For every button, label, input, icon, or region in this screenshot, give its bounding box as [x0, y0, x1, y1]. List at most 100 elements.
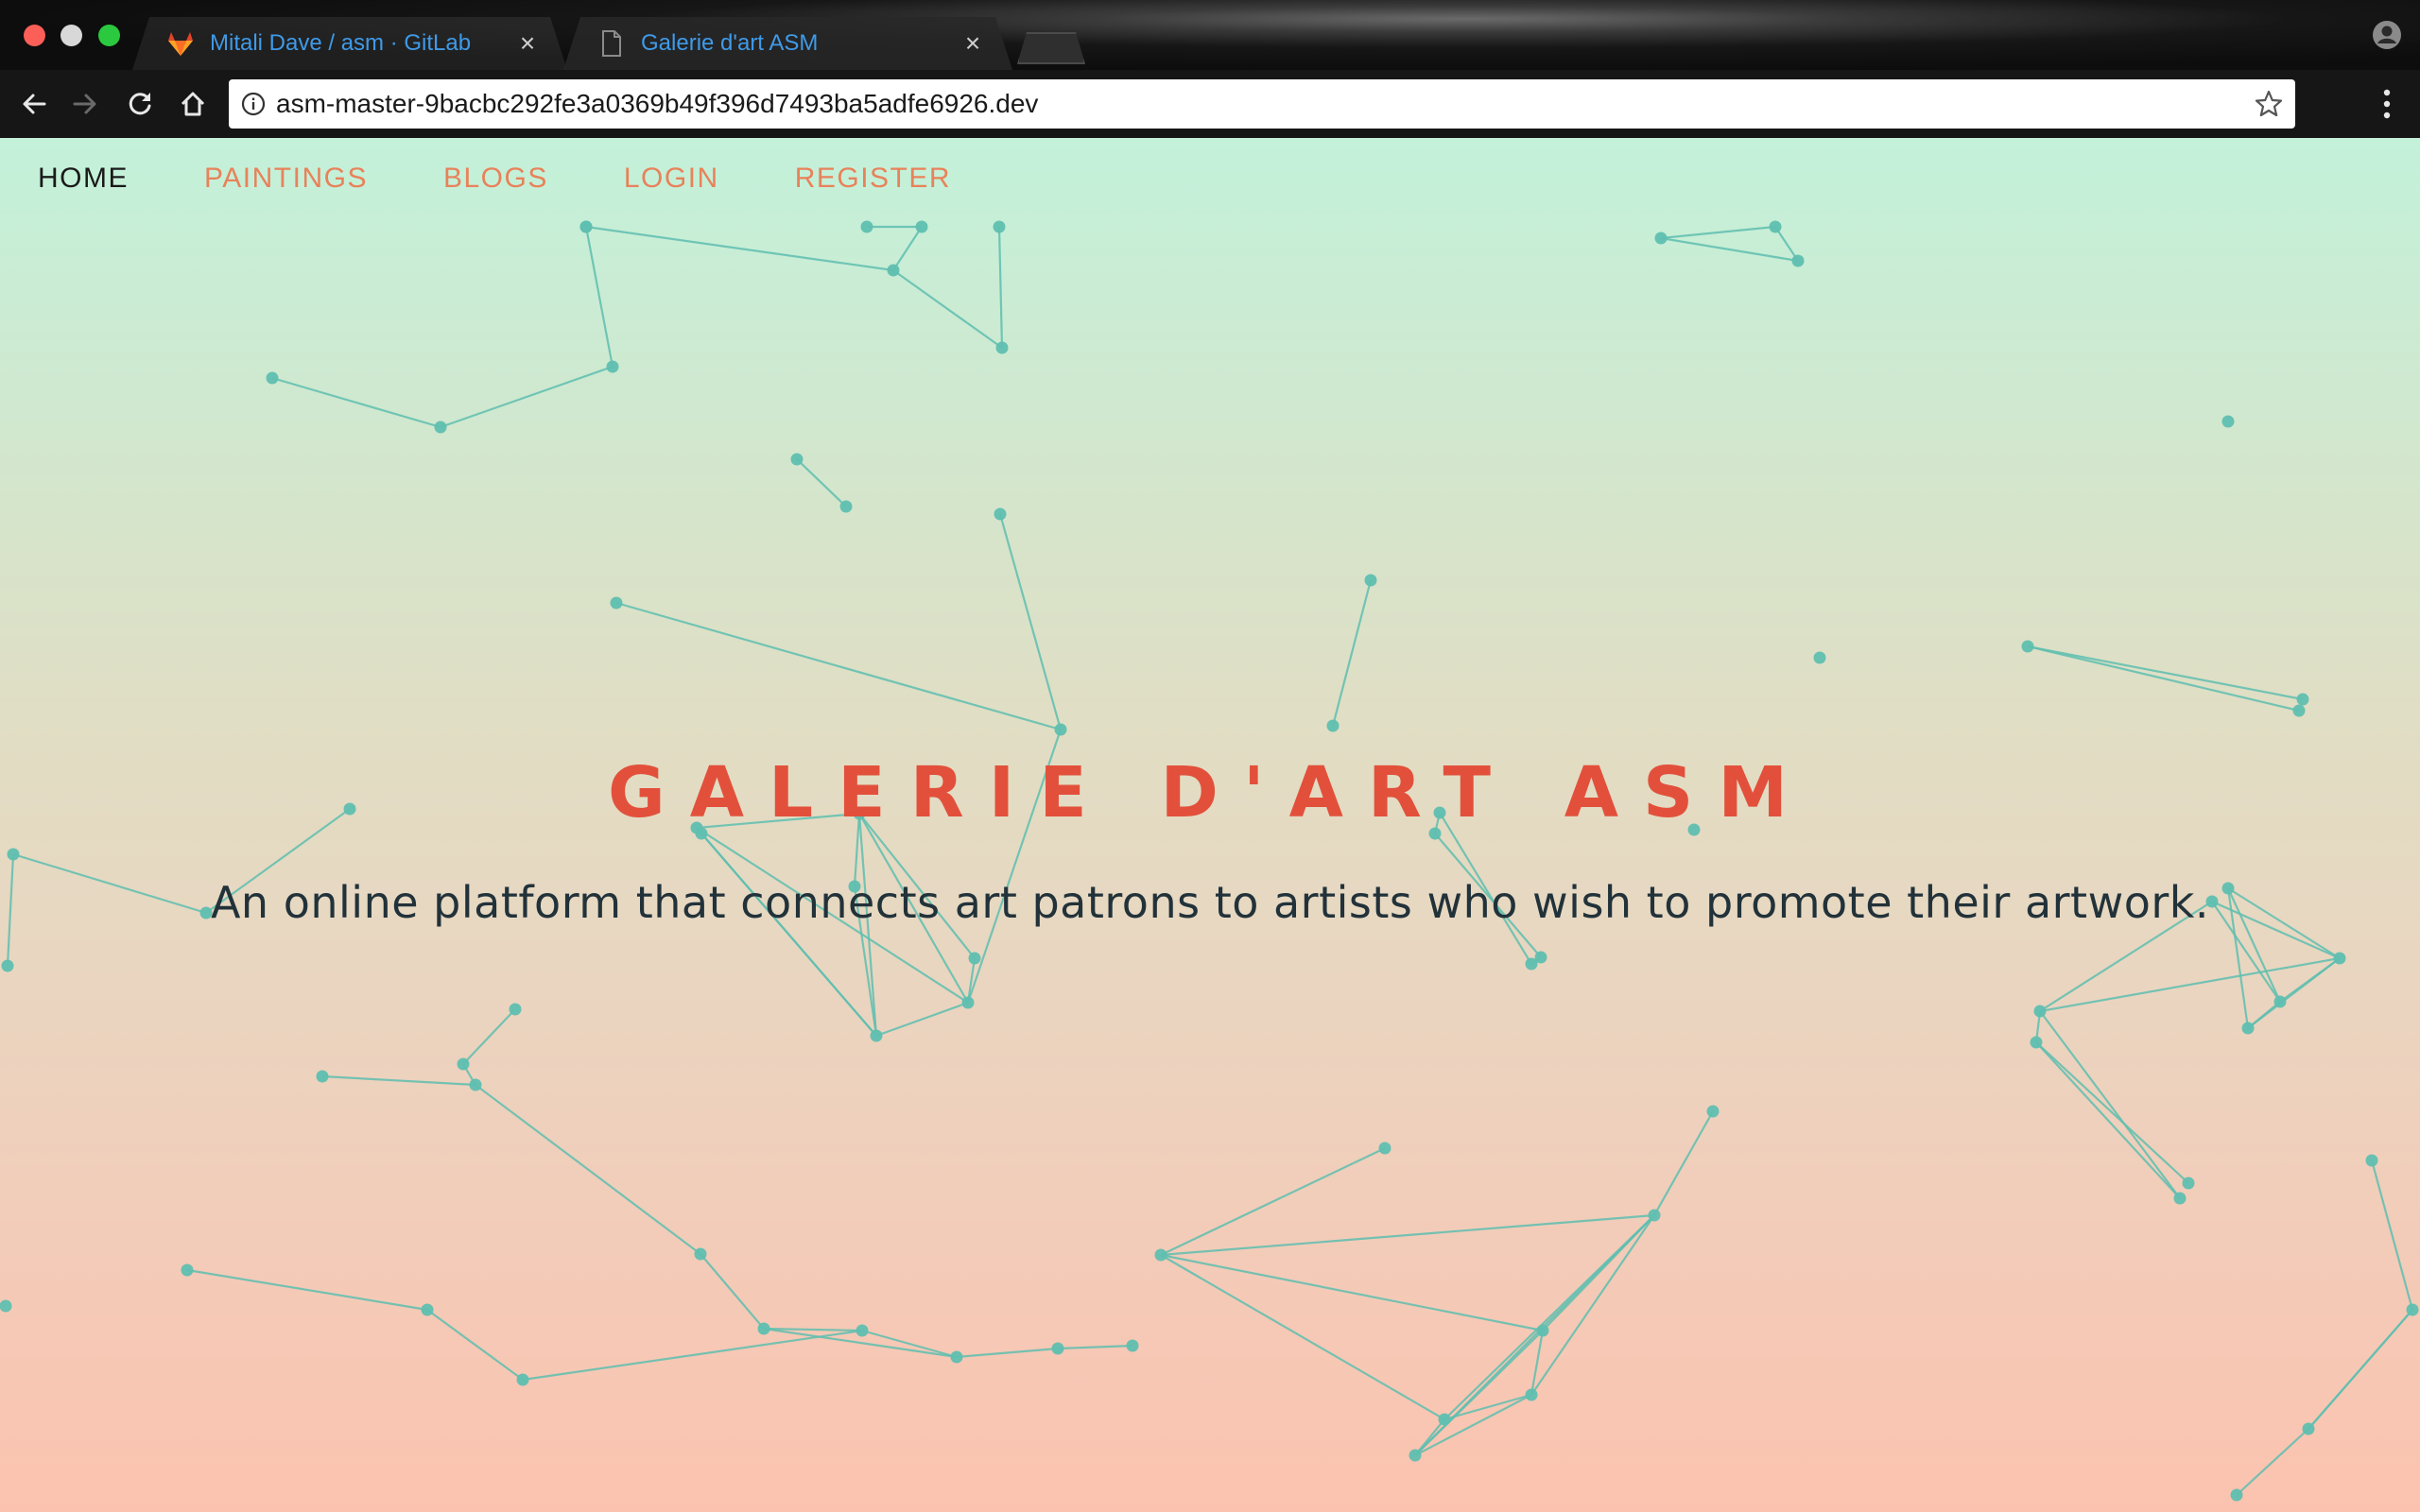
home-icon[interactable] — [176, 87, 210, 121]
network-node — [1, 959, 14, 972]
network-link — [2035, 1041, 2189, 1184]
network-node — [870, 1029, 883, 1042]
network-link — [796, 458, 847, 507]
network-link — [861, 1329, 958, 1359]
network-link — [440, 365, 614, 429]
nav-link-register[interactable]: REGISTER — [795, 163, 951, 195]
network-node — [610, 596, 623, 610]
network-link — [1160, 1254, 1445, 1420]
network-node — [1534, 951, 1547, 964]
tab-title: Galerie d'art ASM — [641, 30, 819, 56]
network-link — [875, 1001, 969, 1038]
network-node — [993, 220, 1006, 233]
network-link — [186, 1268, 428, 1312]
network-node — [1154, 1248, 1167, 1262]
network-link — [2308, 1309, 2413, 1430]
page-icon — [597, 29, 626, 58]
network-node — [2030, 1036, 2043, 1049]
network-node — [2221, 415, 2235, 428]
maximize-window-button[interactable] — [98, 25, 120, 46]
network-node — [2182, 1177, 2195, 1190]
forward-arrow-icon[interactable] — [68, 87, 102, 121]
network-node — [2365, 1154, 2378, 1167]
network-node — [856, 1324, 869, 1337]
network-link — [2039, 1010, 2181, 1199]
nav-link-blogs[interactable]: BLOGS — [443, 163, 548, 195]
page-viewport: HOME PAINTINGS BLOGS LOGIN REGISTER GALE… — [0, 138, 2420, 1512]
network-node — [2021, 640, 2034, 653]
close-tab-icon[interactable]: × — [509, 30, 546, 57]
minimize-window-button[interactable] — [60, 25, 82, 46]
network-link — [2039, 956, 2341, 1013]
network-node — [1409, 1449, 1422, 1462]
network-node — [316, 1070, 329, 1083]
url-text[interactable]: asm-master-9bacbc292fe3a0369b49f396d7493… — [276, 79, 1038, 129]
network-node — [961, 996, 975, 1009]
tab-title: Mitali Dave / asm · GitLab — [210, 30, 472, 56]
profile-icon[interactable] — [2371, 19, 2403, 51]
new-tab-button[interactable] — [1017, 32, 1085, 64]
nav-link-login[interactable]: LOGIN — [624, 163, 719, 195]
network-node — [181, 1263, 194, 1277]
network-node — [469, 1078, 482, 1091]
reload-icon[interactable] — [123, 87, 157, 121]
network-link — [2027, 644, 2304, 701]
network-node — [2333, 952, 2346, 965]
network-link — [2370, 1160, 2414, 1311]
network-link — [1414, 1394, 1532, 1456]
network-link — [1530, 1214, 1655, 1396]
network-link — [475, 1084, 701, 1255]
network-link — [1660, 225, 1776, 240]
network-node — [1813, 651, 1826, 664]
network-link — [956, 1347, 1059, 1359]
browser-tab-gitlab[interactable]: Mitali Dave / asm · GitLab × — [132, 17, 567, 70]
site-navigation: HOME PAINTINGS BLOGS LOGIN REGISTER — [0, 163, 989, 195]
network-node — [839, 500, 853, 513]
close-tab-icon[interactable]: × — [954, 30, 992, 57]
bookmark-star-icon[interactable] — [2254, 89, 2284, 119]
browser-tab-strip: Mitali Dave / asm · GitLab × Galerie d'a… — [0, 0, 2420, 70]
gitlab-icon — [166, 29, 195, 58]
network-node — [1525, 1388, 1538, 1401]
network-link — [700, 833, 877, 1037]
network-link — [700, 1253, 765, 1330]
network-node — [421, 1303, 434, 1316]
nav-link-home[interactable]: HOME — [38, 163, 129, 195]
address-bar[interactable]: asm-master-9bacbc292fe3a0369b49f396d7493… — [229, 79, 2295, 129]
network-node — [2273, 995, 2287, 1008]
network-link — [615, 601, 1062, 731]
network-node — [2173, 1192, 2187, 1205]
nav-link-paintings[interactable]: PAINTINGS — [204, 163, 368, 195]
network-link — [2035, 1041, 2181, 1199]
network-node — [434, 421, 447, 434]
network-node — [757, 1322, 770, 1335]
network-node — [2296, 693, 2309, 706]
network-node — [915, 220, 928, 233]
network-node — [968, 952, 981, 965]
network-node — [995, 341, 1009, 354]
close-window-button[interactable] — [24, 25, 45, 46]
hero-title: GALERIE D'ART ASM — [608, 751, 1812, 833]
network-node — [1126, 1339, 1139, 1352]
network-node — [2230, 1488, 2243, 1502]
browser-tab-galerie[interactable]: Galerie d'art ASM × — [563, 17, 1012, 70]
back-arrow-icon[interactable] — [17, 87, 51, 121]
network-link — [2027, 644, 2300, 713]
network-node — [266, 371, 279, 385]
network-link — [321, 1074, 476, 1087]
network-node — [1326, 719, 1340, 732]
network-node — [1791, 254, 1805, 267]
network-node — [1438, 1413, 1451, 1426]
network-link — [1331, 579, 1373, 727]
network-link — [892, 226, 923, 271]
network-node — [694, 1247, 707, 1261]
network-link — [1660, 236, 1799, 263]
network-link — [892, 269, 1003, 349]
network-node — [579, 220, 593, 233]
browser-menu-icon[interactable] — [2371, 87, 2403, 121]
network-node — [1648, 1209, 1661, 1222]
network-node — [2302, 1422, 2315, 1435]
info-icon[interactable] — [240, 91, 267, 117]
network-node — [950, 1350, 963, 1364]
network-node — [2033, 1005, 2047, 1018]
